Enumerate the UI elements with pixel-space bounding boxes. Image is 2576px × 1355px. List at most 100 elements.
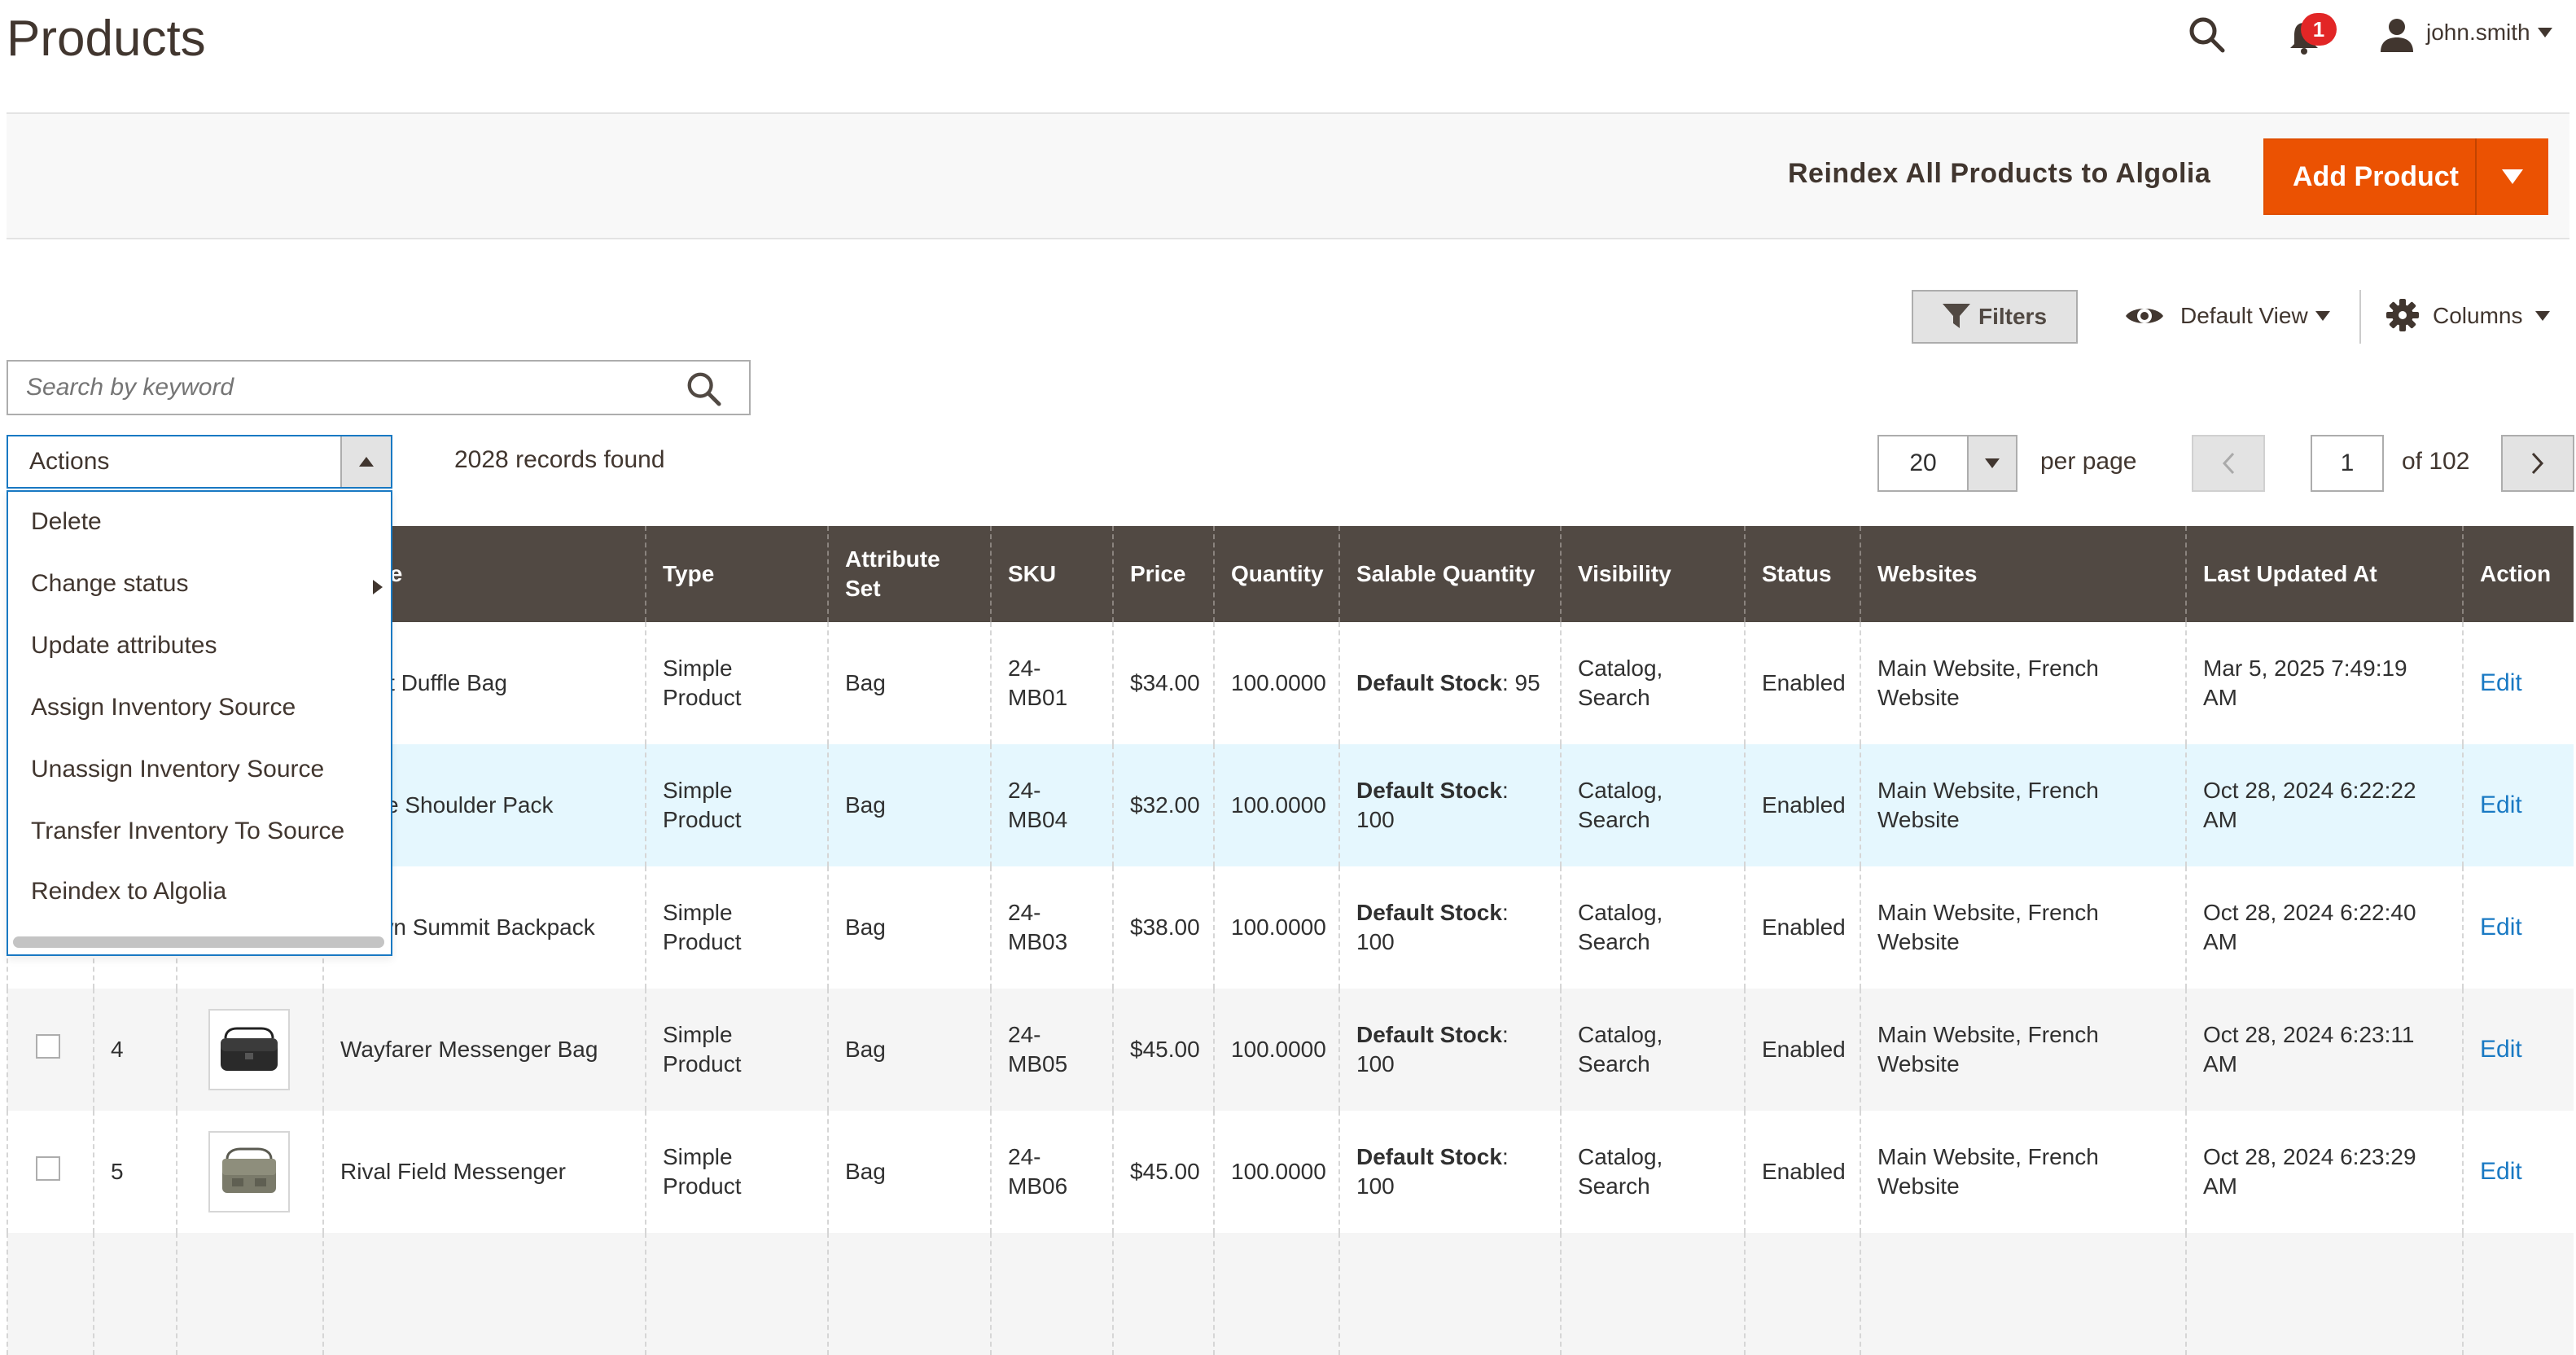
row-sku-line2: MB04: [1008, 807, 1068, 832]
row-thumbnail-cell: [176, 989, 323, 1111]
product-thumbnail[interactable]: [208, 1131, 290, 1212]
row-checkbox[interactable]: [36, 1033, 60, 1059]
row-quantity: [1213, 1233, 1339, 1355]
chevron-down-icon[interactable]: [2534, 309, 2552, 322]
row-websites-line2: Website: [1877, 1051, 1960, 1077]
header-salable-quantity[interactable]: Salable Quantity: [1338, 526, 1561, 622]
chevron-down-icon[interactable]: [2535, 23, 2555, 42]
row-websites-line2: Website: [1877, 929, 1960, 954]
columns-dropdown[interactable]: Columns: [2433, 303, 2522, 329]
menu-item-transfer-inventory[interactable]: Transfer Inventory To Source: [31, 818, 344, 845]
row-checkbox-cell[interactable]: [7, 1233, 94, 1355]
default-view-dropdown[interactable]: Default View: [2180, 303, 2308, 329]
product-thumbnail[interactable]: [208, 1009, 290, 1090]
header-websites[interactable]: Websites: [1860, 526, 2186, 622]
row-stock-value: :: [1501, 900, 1509, 925]
per-page-input[interactable]: 20: [1877, 435, 1969, 492]
user-icon[interactable]: [2376, 13, 2418, 55]
page-total: of 102: [2402, 448, 2470, 475]
row-edit-link[interactable]: Edit: [2480, 669, 2522, 696]
actions-select-toggle[interactable]: [340, 436, 391, 487]
row-last-updated: Oct 28, 2024 6:22:22 AM: [2185, 744, 2463, 866]
actions-select[interactable]: Actions: [7, 435, 392, 489]
row-stock-value: :: [1501, 778, 1509, 803]
row-type: Simple Product: [645, 744, 828, 866]
menu-item-reindex-algolia[interactable]: Reindex to Algolia: [31, 878, 226, 906]
row-attribute-set: Bag: [827, 744, 991, 866]
actions-dropdown-menu: Delete Change status Update attributes A…: [7, 490, 392, 956]
row-action-cell: Edit: [2462, 622, 2574, 744]
table-row[interactable]: [7, 1233, 2574, 1355]
search-icon[interactable]: [2182, 11, 2231, 57]
row-visibility-line1: Catalog,: [1578, 1022, 1663, 1047]
row-websites: [1860, 1233, 2186, 1355]
header-action: Action: [2462, 526, 2574, 622]
row-checkbox-cell[interactable]: [7, 1111, 94, 1233]
row-stock-value: : 95: [1501, 670, 1540, 695]
row-visibility: Catalog, Search: [1560, 744, 1745, 866]
row-websites-line1: Main Website, French: [1877, 656, 2099, 681]
row-last-updated: Mar 5, 2025 7:49:19 AM: [2185, 622, 2463, 744]
search-input[interactable]: [7, 360, 751, 415]
row-sku-line1: 24-: [1008, 900, 1041, 925]
menu-scrollbar[interactable]: [13, 936, 384, 948]
table-row[interactable]: 5 Rival Field Messenger Simple Product Ba…: [7, 1111, 2574, 1233]
row-stock-value-2: 100: [1356, 1173, 1395, 1199]
header-price[interactable]: Price: [1112, 526, 1214, 622]
menu-item-unassign-inventory-source[interactable]: Unassign Inventory Source: [31, 756, 324, 783]
row-visibility: [1560, 1233, 1745, 1355]
row-sku: 24- MB05: [990, 989, 1113, 1111]
header-last-updated[interactable]: Last Updated At: [2185, 526, 2463, 622]
row-salable: Default Stock: 100: [1338, 989, 1561, 1111]
row-edit-link[interactable]: Edit: [2480, 1036, 2522, 1063]
row-status: [1744, 1233, 1860, 1355]
header-attribute-set[interactable]: Attribute Set: [827, 526, 991, 622]
notification-badge[interactable]: 1: [2301, 13, 2337, 46]
row-websites: Main Website, French Website: [1860, 1111, 2186, 1233]
current-page-input[interactable]: 1: [2311, 435, 2384, 492]
menu-item-change-status[interactable]: Change status: [31, 570, 188, 598]
row-attribute-set: [827, 1233, 991, 1355]
user-name[interactable]: john.smith: [2426, 20, 2530, 46]
row-edit-link[interactable]: Edit: [2480, 1158, 2522, 1185]
header-status[interactable]: Status: [1744, 526, 1860, 622]
row-salable: [1338, 1233, 1561, 1355]
row-salable: Default Stock: 100: [1338, 866, 1561, 989]
search-icon[interactable]: [679, 366, 728, 410]
next-page-button[interactable]: [2501, 435, 2574, 492]
chevron-left-icon: [2222, 452, 2235, 475]
menu-item-update-attributes[interactable]: Update attributes: [31, 632, 217, 660]
actions-select-label: Actions: [29, 448, 110, 475]
row-stock-value-2: 100: [1356, 807, 1395, 832]
previous-page-button[interactable]: [2192, 435, 2265, 492]
header-visibility[interactable]: Visibility: [1560, 526, 1745, 622]
row-type-line1: Simple: [663, 656, 733, 681]
row-sku: [990, 1233, 1113, 1355]
row-edit-link[interactable]: Edit: [2480, 914, 2522, 941]
row-sku-line1: 24-: [1008, 656, 1041, 681]
header-type[interactable]: Type: [645, 526, 828, 622]
row-sku-line1: 24-: [1008, 778, 1041, 803]
row-checkbox-cell[interactable]: [7, 989, 94, 1111]
header-sku[interactable]: SKU: [990, 526, 1113, 622]
row-websites-line2: Website: [1877, 1173, 1960, 1199]
row-attribute-set: Bag: [827, 1111, 991, 1233]
row-stock-label: Default Stock: [1356, 1022, 1502, 1047]
chevron-down-icon[interactable]: [2314, 309, 2332, 322]
row-sku-line1: 24-: [1008, 1144, 1041, 1169]
add-product-split-toggle[interactable]: [2475, 138, 2548, 215]
row-attribute-set: Bag: [827, 989, 991, 1111]
menu-item-assign-inventory-source[interactable]: Assign Inventory Source: [31, 694, 296, 721]
gear-icon: [2384, 296, 2421, 334]
filters-button[interactable]: Filters: [1912, 290, 2078, 344]
row-edit-link[interactable]: Edit: [2480, 792, 2522, 818]
row-salable: Default Stock: 100: [1338, 744, 1561, 866]
reindex-all-button[interactable]: Reindex All Products to Algolia: [1788, 158, 2210, 190]
header-quantity[interactable]: Quantity: [1213, 526, 1339, 622]
row-visibility-line2: Search: [1578, 1051, 1650, 1077]
row-type-line2: Product: [663, 685, 742, 710]
per-page-toggle[interactable]: [1967, 435, 2017, 492]
table-row[interactable]: 4 Wayfarer Messenger Bag Simple Product B…: [7, 989, 2574, 1111]
row-checkbox[interactable]: [36, 1155, 60, 1181]
menu-item-delete[interactable]: Delete: [31, 508, 102, 536]
